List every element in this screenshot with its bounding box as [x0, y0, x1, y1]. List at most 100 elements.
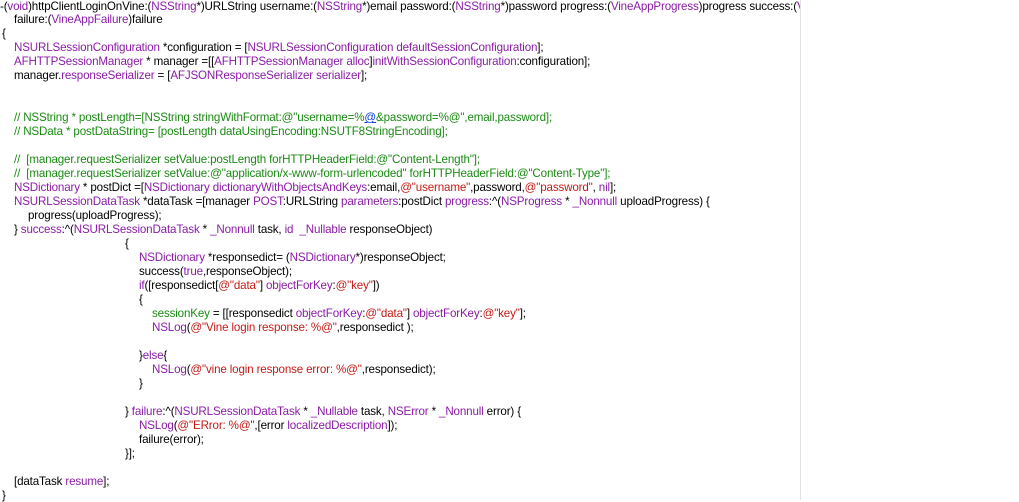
- code-token: :^(: [488, 195, 501, 208]
- code-token: responseSerializer: [61, 69, 155, 82]
- code-token: ,responsedict );: [336, 321, 414, 334]
- code-token: ]);: [387, 419, 398, 432]
- code-token: NSProgress: [501, 195, 562, 208]
- code-token: NSString: [455, 0, 501, 13]
- code-line[interactable]: NSURLSessionConfiguration *configuration…: [14, 41, 544, 54]
- code-token: failure:(: [14, 13, 52, 26]
- code-token: VineAppProgress: [610, 0, 699, 13]
- code-token: *: [199, 223, 211, 236]
- code-token: VineAppFailure: [51, 13, 129, 26]
- code-token: progress: [445, 195, 489, 208]
- code-token: ];: [103, 475, 110, 488]
- code-line[interactable]: [dataTask resume];: [14, 475, 109, 488]
- code-token: *dataTask =[manager: [139, 195, 254, 208]
- code-token: AFJSONResponseSerializer: [170, 69, 313, 82]
- code-token: _Nonnull: [439, 405, 484, 418]
- code-line[interactable]: AFHTTPSessionManager * manager =[[AFHTTP…: [14, 55, 590, 68]
- code-token: NSDictionary: [289, 251, 356, 264]
- code-token: }: [139, 377, 143, 390]
- code-line[interactable]: manager.responseSerializer = [AFJSONResp…: [14, 69, 367, 82]
- code-line[interactable]: // [manager.requestSerializer setValue:p…: [14, 153, 480, 166]
- code-token: *)password progress:(: [500, 0, 611, 13]
- code-token: ];: [519, 307, 526, 320]
- code-line[interactable]: NSLog(@"ERror: %@",[error localizedDescr…: [139, 419, 397, 432]
- code-token: NSDictionary: [139, 251, 205, 264]
- code-token: true: [183, 265, 204, 278]
- code-line[interactable]: {: [139, 293, 143, 306]
- code-token: NSDictionary: [143, 181, 210, 194]
- code-token: ,responseObject);: [202, 265, 292, 278]
- code-line[interactable]: {: [2, 27, 6, 40]
- code-line[interactable]: }else{: [139, 349, 167, 362]
- code-token: }: [2, 489, 6, 502]
- code-token: success: [20, 223, 62, 236]
- code-line[interactable]: {: [125, 237, 129, 250]
- code-line[interactable]: -(void)httpClientLoginOnVine:(NSString*)…: [0, 0, 927, 13]
- code-line[interactable]: NSDictionary *responsedict= (NSDictionar…: [139, 251, 446, 264]
- code-token: ,responsedict);: [361, 363, 436, 376]
- code-token: NSLog: [139, 419, 174, 432]
- code-line[interactable]: failure(error);: [139, 433, 204, 446]
- code-token: *: [428, 405, 440, 418]
- code-token: ]): [372, 279, 380, 292]
- code-line[interactable]: NSLog(@"Vine login response: %@",respons…: [152, 321, 414, 334]
- code-line[interactable]: }];: [125, 447, 135, 460]
- code-token: {: [2, 27, 6, 40]
- code-line[interactable]: success(true,responseObject);: [139, 265, 292, 278]
- code-token: @"password": [524, 181, 593, 194]
- code-line[interactable]: // NSString * postLength=[NSString strin…: [14, 111, 552, 124]
- code-token: @"vine login response error: %@": [190, 363, 362, 376]
- code-token: failure: [131, 405, 163, 418]
- code-token: ];: [360, 69, 368, 82]
- code-token: )progress success:(: [698, 0, 797, 13]
- code-line[interactable]: if([responsedict[@"data"] objectForKey:@…: [139, 279, 380, 292]
- code-token: @: [364, 111, 377, 124]
- code-token: initWithSessionConfiguration: [372, 55, 517, 68]
- code-line[interactable]: sessionKey = [[responsedict objectForKey…: [152, 307, 526, 320]
- code-editor[interactable]: -(void)httpClientLoginOnVine:(NSString*)…: [0, 0, 927, 502]
- code-line[interactable]: } failure:^(NSURLSessionDataTask * _Null…: [125, 405, 521, 418]
- code-token: @"data": [218, 279, 260, 292]
- code-token: &password=%@",email,password];: [376, 111, 553, 124]
- code-line[interactable]: }: [139, 377, 143, 390]
- code-token: NSURLSessionDataTask: [174, 405, 301, 418]
- code-token: AFHTTPSessionManager: [214, 55, 344, 68]
- code-token: NSLog: [152, 321, 187, 334]
- code-token: // NSString * postLength=[NSString strin…: [14, 111, 365, 124]
- code-token: *)URLString username:(: [196, 0, 317, 13]
- code-token: dictionaryWithObjectsAndKeys: [212, 181, 368, 194]
- code-token: _Nonnull: [210, 223, 255, 236]
- code-token: _Nonnull: [572, 195, 618, 208]
- code-line[interactable]: } success:^(NSURLSessionDataTask * _Nonn…: [14, 223, 433, 236]
- code-token: }: [125, 405, 132, 418]
- code-token: ];: [609, 181, 617, 194]
- code-line[interactable]: NSDictionary * postDict =[NSDictionary d…: [14, 181, 616, 194]
- code-token: POST: [253, 195, 283, 208]
- code-token: NSURLSessionConfiguration: [247, 41, 394, 54]
- code-token: task,: [357, 405, 388, 418]
- code-token: :postDict: [398, 195, 445, 208]
- code-line[interactable]: NSURLSessionDataTask *dataTask =[manager…: [14, 195, 710, 208]
- code-token: failure(error);: [139, 433, 204, 446]
- code-line[interactable]: NSLog(@"vine login response error: %@",r…: [152, 363, 436, 376]
- code-token: uploadProgress) {: [617, 195, 710, 208]
- code-token: *: [562, 195, 573, 208]
- code-token: = [: [154, 69, 171, 82]
- code-line[interactable]: failure:(VineAppFailure)failure: [14, 13, 163, 26]
- code-token: *configuration = [: [159, 41, 248, 54]
- minimap-panel[interactable]: [801, 0, 1019, 500]
- code-token: * postDict =[: [79, 181, 144, 194]
- code-token: *responsedict= (: [204, 251, 290, 264]
- code-token: objectForKey: [412, 307, 480, 320]
- code-token: )httpClientLoginOnVine:(: [28, 0, 152, 13]
- code-token: error) {: [483, 405, 521, 418]
- code-token: id: [284, 223, 294, 236]
- code-line[interactable]: // NSData * postDataString= [postLength …: [14, 125, 448, 138]
- code-line[interactable]: // [manager.requestSerializer setValue:@…: [14, 167, 610, 180]
- code-token: // [manager.requestSerializer setValue:p…: [14, 153, 480, 166]
- code-token: serializer: [316, 69, 361, 82]
- code-token: else: [142, 349, 164, 362]
- code-line[interactable]: progress(uploadProgress);: [28, 209, 162, 222]
- code-token: NSURLSessionDataTask: [14, 195, 140, 208]
- code-line[interactable]: }: [2, 489, 6, 502]
